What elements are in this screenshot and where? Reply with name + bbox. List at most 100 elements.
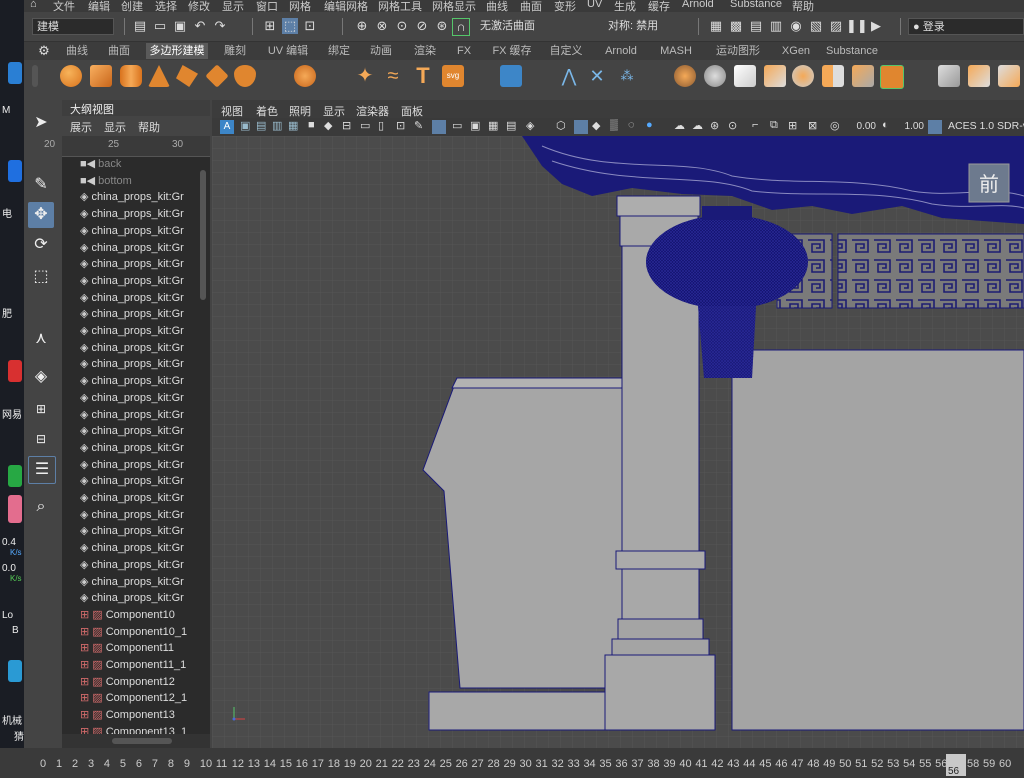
motion-blur-icon[interactable]: ◌ <box>628 119 635 131</box>
tab-animation[interactable]: 动画 <box>364 43 398 59</box>
redo-icon[interactable]: ↷ <box>212 18 228 34</box>
tab-uv-editing[interactable]: UV 编辑 <box>264 43 312 59</box>
outliner-prop-item[interactable]: ◈ china_props_kit:Gr <box>80 490 198 506</box>
outliner-prop-item[interactable]: ◈ china_props_kit:Gr <box>80 273 198 289</box>
viewport-layout-icon[interactable]: ⊞ <box>788 119 797 132</box>
duplicate-icon[interactable] <box>938 65 960 87</box>
select-tool-icon[interactable]: ➤ <box>28 110 54 136</box>
tab-sculpting[interactable]: 雕刻 <box>220 43 250 59</box>
menu-item[interactable]: 网格 <box>289 0 311 12</box>
open-scene-icon[interactable]: ▭ <box>152 18 168 34</box>
render-current-icon[interactable]: ▩ <box>728 18 744 34</box>
poly-sphere-icon[interactable] <box>60 65 82 87</box>
menu-item[interactable]: 选择 <box>155 0 177 12</box>
grease-pencil-icon[interactable]: ◆ <box>324 119 332 132</box>
bookmarks-icon[interactable]: ▤ <box>256 119 266 132</box>
camera-icon[interactable]: ■ <box>308 119 315 131</box>
poly-helix-icon[interactable]: ≈ <box>382 65 404 87</box>
outliner-menu-item[interactable]: 帮助 <box>138 119 160 135</box>
menu-item[interactable]: 曲线 <box>486 0 508 12</box>
outliner-component-item[interactable]: ⊞ ▨ Component10 <box>80 607 198 623</box>
playblast-icon[interactable]: ▶ <box>868 18 884 34</box>
use-all-lights-icon[interactable]: ▤ <box>506 119 516 132</box>
image-plane-icon[interactable]: ▥ <box>272 119 282 132</box>
combine-icon[interactable]: ⋀ <box>558 65 580 87</box>
tab-mash[interactable]: MASH <box>654 43 698 59</box>
menu-item[interactable]: 网格工具 <box>378 0 422 12</box>
tab-arnold[interactable]: Arnold <box>598 43 644 59</box>
anti-aliasing-icon[interactable]: ● <box>646 119 653 131</box>
shading-icon[interactable]: ⊙ <box>728 119 737 132</box>
undo-icon[interactable]: ↶ <box>192 18 208 34</box>
sweep-mesh-icon[interactable]: ✦ <box>354 65 376 87</box>
outliner-prop-item[interactable]: ◈ china_props_kit:Gr <box>80 590 198 606</box>
move-tool-icon[interactable]: ✥ <box>28 202 54 228</box>
outliner-prop-item[interactable]: ◈ china_props_kit:Gr <box>80 407 198 423</box>
desktop-app-icon[interactable] <box>8 660 22 682</box>
poly-text-icon[interactable]: T <box>412 65 434 87</box>
boolean-icon[interactable] <box>704 65 726 87</box>
hypershade-icon[interactable]: ◉ <box>788 18 804 34</box>
outliner-hscroll[interactable] <box>62 734 210 748</box>
symmetry-field[interactable]: 对称: 禁用 <box>604 18 684 35</box>
outliner-hscroll-thumb[interactable] <box>112 738 172 744</box>
poly-disc-icon[interactable] <box>234 65 256 87</box>
new-scene-icon[interactable]: ▤ <box>132 18 148 34</box>
outliner-prop-item[interactable]: ◈ china_props_kit:Gr <box>80 256 198 272</box>
arnold-render-icon[interactable]: ▧ <box>808 18 824 34</box>
desktop-app-icon[interactable] <box>8 360 22 382</box>
append-icon[interactable] <box>968 65 990 87</box>
render-settings-icon[interactable]: ▥ <box>768 18 784 34</box>
snap-grid-icon[interactable]: ⊕ <box>354 18 370 34</box>
menu-item[interactable]: 编辑 <box>88 0 110 12</box>
poly-plane-icon[interactable] <box>205 64 229 88</box>
poly-cube-icon[interactable] <box>90 65 112 87</box>
desktop-app-icon[interactable] <box>8 160 22 182</box>
select-object-icon[interactable]: ⬚ <box>282 18 298 34</box>
live-surface-field[interactable]: 无激活曲面 <box>476 18 568 35</box>
show-manipulator-icon[interactable]: ⋏ <box>28 326 54 352</box>
tab-xgen[interactable]: XGen <box>776 43 816 59</box>
menu-item[interactable]: 曲面 <box>520 0 542 12</box>
viewport-menu-item[interactable]: 显示 <box>323 103 345 119</box>
viewport-menu-item[interactable]: 视图 <box>221 103 243 119</box>
save-scene-icon[interactable]: ▣ <box>172 18 188 34</box>
tab-custom[interactable]: 自定义 <box>546 43 586 59</box>
single-pane-layout-icon[interactable]: ◈ <box>28 364 54 390</box>
snap-surface-icon[interactable]: ⊛ <box>434 18 450 34</box>
mode-menu-dropdown[interactable]: 建模 <box>32 18 114 35</box>
platonic-solid-icon[interactable] <box>294 65 316 87</box>
viewport-canvas[interactable]: 前 <box>212 136 1024 748</box>
outliner-component-item[interactable]: ⊞ ▨ Component12_1 <box>80 690 198 706</box>
resolution-gate-icon[interactable]: ▯ <box>378 119 384 132</box>
tab-fx[interactable]: FX <box>452 43 476 59</box>
lasso-tool-icon[interactable]: ✎ <box>28 172 54 198</box>
ipr-render-icon[interactable]: ▤ <box>748 18 764 34</box>
field-chart-icon[interactable]: ✎ <box>414 119 423 132</box>
depth-of-field-icon[interactable]: ☁ <box>674 119 685 132</box>
shelf-settings-icon[interactable]: ⚙ <box>36 43 52 59</box>
film-gate-icon[interactable]: ▭ <box>360 119 370 132</box>
viewport-menu-item[interactable]: 渲染器 <box>356 103 389 119</box>
multi-cut-icon[interactable] <box>998 65 1020 87</box>
exposure-field[interactable]: 0.00 <box>846 120 876 134</box>
poly-torus-icon[interactable] <box>176 65 198 87</box>
tab-rendering[interactable]: 渲染 <box>408 43 442 59</box>
outliner-prop-item[interactable]: ◈ china_props_kit:Gr <box>80 390 198 406</box>
outliner-component-item[interactable]: ⊞ ▨ Component11 <box>80 640 198 656</box>
outliner-scrollbar-thumb[interactable] <box>200 170 206 300</box>
extrude-icon[interactable] <box>734 65 756 87</box>
exposure-icon[interactable]: ◎ <box>830 119 840 132</box>
gamma-icon[interactable]: ◐ <box>882 119 889 131</box>
select-camera-icon[interactable]: A <box>220 120 234 134</box>
bevel-icon[interactable] <box>792 65 814 87</box>
shadows-icon[interactable]: ◈ <box>526 119 534 132</box>
snap-magnet-icon[interactable]: ∩ <box>452 18 470 36</box>
outliner-prop-item[interactable]: ◈ china_props_kit:Gr <box>80 323 198 339</box>
grid-toggle-icon[interactable]: ⊟ <box>342 119 351 132</box>
menu-item[interactable]: 文件 <box>53 0 75 12</box>
mirror-icon[interactable] <box>674 65 696 87</box>
outliner-prop-item[interactable]: ◈ china_props_kit:Gr <box>80 473 198 489</box>
tab-rigging[interactable]: 绑定 <box>322 43 356 59</box>
snap-point-icon[interactable]: ⊙ <box>394 18 410 34</box>
